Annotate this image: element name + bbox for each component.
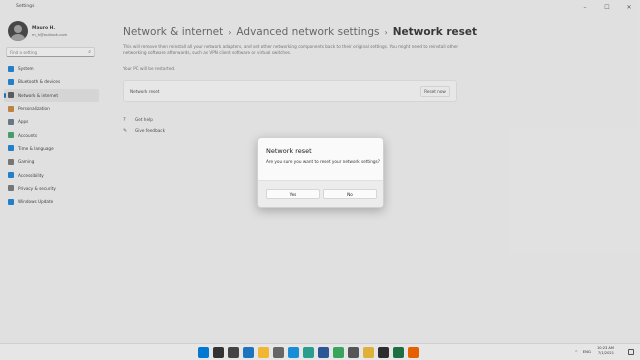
dialog-title: Network reset [266, 147, 312, 155]
dialog-footer: Yes No [258, 180, 383, 207]
clock[interactable]: 10:23 AM 7/1/2021 [597, 346, 614, 356]
dialog-message: Are you sure you want to reset your netw… [266, 159, 380, 164]
no-button[interactable]: No [323, 189, 377, 199]
tray-chevron-icon[interactable]: ^ [575, 349, 578, 354]
settings-window: Settings – ☐ ✕ Mauro H. m_h@outlook.com … [0, 0, 640, 343]
language-indicator[interactable]: ENG [583, 349, 591, 354]
yes-button[interactable]: Yes [266, 189, 320, 199]
store-icon[interactable] [318, 347, 329, 358]
snipping-icon[interactable] [333, 347, 344, 358]
edge-icon[interactable] [288, 347, 299, 358]
widgets-icon[interactable] [243, 347, 254, 358]
taskbar: ^ ENG 10:23 AM 7/1/2021 [0, 343, 640, 360]
settings-icon[interactable] [273, 347, 284, 358]
firefox-icon[interactable] [408, 347, 419, 358]
start-icon[interactable] [198, 347, 209, 358]
calculator-icon[interactable] [348, 347, 359, 358]
clock-date: 7/1/2021 [597, 351, 614, 355]
system-tray: ^ ENG 10:23 AM 7/1/2021 [570, 346, 614, 356]
terminal-icon[interactable] [378, 347, 389, 358]
file-explorer-icon[interactable] [258, 347, 269, 358]
notification-icon[interactable] [628, 349, 634, 355]
network-reset-dialog: Network reset Are you sure you want to r… [257, 137, 384, 208]
search-icon[interactable] [213, 347, 224, 358]
taskbar-apps [198, 347, 423, 358]
task-view-icon[interactable] [228, 347, 239, 358]
notepad-icon[interactable] [363, 347, 374, 358]
edge-dev-icon[interactable] [303, 347, 314, 358]
excel-icon[interactable] [393, 347, 404, 358]
